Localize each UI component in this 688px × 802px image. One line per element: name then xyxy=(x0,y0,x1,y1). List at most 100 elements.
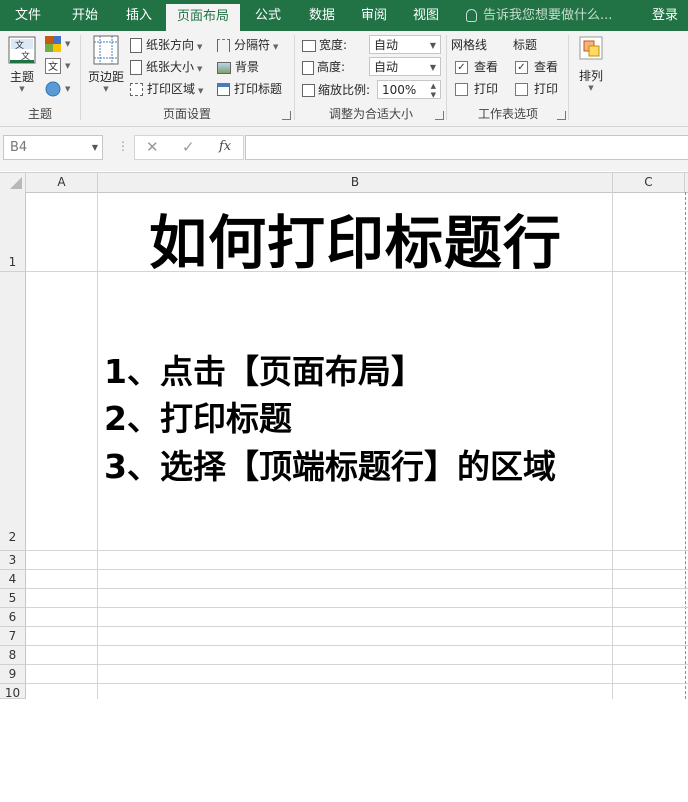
effects-icon xyxy=(45,81,61,97)
chevron-down-icon: ▼ xyxy=(197,43,203,51)
row-header-7[interactable]: 7 xyxy=(0,627,26,646)
sheet-options-launcher-icon[interactable] xyxy=(557,111,566,120)
tab-review[interactable]: 审阅 xyxy=(348,0,400,31)
headings-view-checkbox[interactable]: ✓ 查看 xyxy=(515,57,558,77)
arrange-label: 排列 xyxy=(578,69,603,83)
row-header-5[interactable]: 5 xyxy=(0,589,26,608)
column-header-c[interactable]: C xyxy=(613,173,685,192)
width-label: 宽度: xyxy=(302,35,347,55)
breaks-button[interactable]: 分隔符 ▼ xyxy=(217,35,278,55)
group-label-page-setup: 页面设置 xyxy=(162,107,211,121)
lightbulb-icon xyxy=(466,9,477,22)
background-button[interactable]: 背景 xyxy=(217,57,259,77)
checkbox-empty-icon xyxy=(455,83,468,96)
height-icon xyxy=(302,60,314,75)
tab-home[interactable]: 开始 xyxy=(58,0,112,31)
theme-fonts-button[interactable]: 文 ▼ xyxy=(45,58,73,76)
chevron-down-icon: ▼ xyxy=(588,84,594,92)
svg-text:文: 文 xyxy=(15,39,24,51)
group-separator xyxy=(446,35,447,120)
gridline xyxy=(26,664,688,665)
image-icon xyxy=(217,61,231,74)
formula-input[interactable] xyxy=(245,135,688,160)
gridline xyxy=(26,607,688,608)
headings-print-checkbox[interactable]: 打印 xyxy=(515,79,558,99)
tab-insert[interactable]: 插入 xyxy=(112,0,166,31)
ribbon: 文 文 主题 ▼ ▼ 文 ▼ ▼ 主题 页边距 ▼ 纸张方向▼ 纸张大小▼ xyxy=(0,31,688,127)
chevron-down-icon: ▼ xyxy=(65,85,71,93)
gridline xyxy=(26,588,688,589)
scale-launcher-icon[interactable] xyxy=(435,111,444,120)
group-separator xyxy=(568,35,569,120)
insert-function-icon[interactable]: fx xyxy=(219,139,231,154)
select-all-icon xyxy=(10,177,22,189)
row-header-10[interactable]: 10 xyxy=(0,684,26,700)
scale-icon xyxy=(302,84,315,97)
login-link[interactable]: 登录 xyxy=(652,0,678,31)
orientation-button[interactable]: 纸张方向 ▼ xyxy=(130,35,202,55)
headings-heading: 标题 xyxy=(513,38,538,52)
chevron-down-icon: ▼ xyxy=(103,85,109,93)
gridlines-print-checkbox[interactable]: 打印 xyxy=(455,79,498,99)
group-label-themes: 主题 xyxy=(27,107,52,121)
height-dropdown[interactable]: 自动 ▼ xyxy=(369,57,441,76)
chevron-down-icon: ▼ xyxy=(273,43,279,51)
row-header-3[interactable]: 3 xyxy=(0,551,26,570)
checkmark-icon: ✓ xyxy=(515,61,528,74)
page-setup-launcher-icon[interactable] xyxy=(282,111,291,120)
width-dropdown[interactable]: 自动 ▼ xyxy=(369,35,441,54)
chevron-down-icon: ▼ xyxy=(65,40,71,48)
tab-page-layout[interactable]: 页面布局 xyxy=(166,4,240,31)
color-palette-icon xyxy=(45,36,61,52)
themes-label: 主题 xyxy=(9,70,34,84)
group-label-sheet-options: 工作表选项 xyxy=(477,107,538,121)
cell-b2-step-1[interactable]: 1、点击【页面布局】 xyxy=(104,345,424,393)
margins-button[interactable]: 页边距 ▼ xyxy=(86,35,126,99)
splitter-dots-icon[interactable]: ⋮ xyxy=(117,139,129,153)
column-header-b[interactable]: B xyxy=(98,173,613,192)
checkbox-empty-icon xyxy=(515,83,528,96)
width-icon xyxy=(302,39,316,52)
row-header-4[interactable]: 4 xyxy=(0,570,26,589)
chevron-down-icon: ▼ xyxy=(198,87,204,95)
cell-b1-title[interactable]: 如何打印标题行 xyxy=(98,196,613,280)
gridline xyxy=(26,626,688,627)
print-area-button[interactable]: 打印区域 ▼ xyxy=(130,79,203,99)
chevron-down-icon: ▼ xyxy=(19,85,25,93)
tell-me-search[interactable]: 告诉我您想要做什么... xyxy=(466,0,612,31)
theme-effects-button[interactable]: ▼ xyxy=(45,81,73,99)
enter-check-icon[interactable]: ✓ xyxy=(182,138,195,156)
gridline xyxy=(26,645,688,646)
gridline xyxy=(26,569,688,570)
themes-button[interactable]: 文 文 主题 ▼ xyxy=(4,35,40,99)
arrange-button[interactable]: 排列 ▼ xyxy=(574,35,608,99)
cell-b2-step-2[interactable]: 2、打印标题 xyxy=(104,392,292,440)
print-titles-button[interactable]: 打印标题 xyxy=(217,79,282,99)
scale-label: 缩放比例: xyxy=(302,80,370,100)
row-header-6[interactable]: 6 xyxy=(0,608,26,627)
row-header-8[interactable]: 8 xyxy=(0,646,26,665)
cell-b2-step-3[interactable]: 3、选择【顶端标题行】的区域 xyxy=(104,440,556,488)
margins-label: 页边距 xyxy=(87,70,124,84)
chevron-down-icon: ▼ xyxy=(197,65,203,73)
tab-formulas[interactable]: 公式 xyxy=(242,0,294,31)
row-header-1[interactable]: 1 xyxy=(0,192,26,272)
select-all-corner[interactable] xyxy=(0,173,26,192)
scale-spinner[interactable]: 100% ▲ ▼ xyxy=(377,80,441,99)
gridlines-view-checkbox[interactable]: ✓ 查看 xyxy=(455,57,498,77)
chevron-down-icon: ▼ xyxy=(65,62,71,70)
arrange-icon xyxy=(579,36,603,60)
size-button[interactable]: 纸张大小 ▼ xyxy=(130,57,202,77)
column-header-a[interactable]: A xyxy=(26,173,98,192)
chevron-down-icon: ▼ xyxy=(429,63,436,72)
name-box[interactable]: B4 ▼ xyxy=(3,135,103,160)
tab-view[interactable]: 视图 xyxy=(400,0,452,31)
tab-data[interactable]: 数据 xyxy=(296,0,348,31)
column-headers: A B C xyxy=(0,172,688,193)
cancel-icon[interactable]: ✕ xyxy=(146,138,159,156)
row-header-2[interactable]: 2 xyxy=(0,272,26,551)
theme-colors-button[interactable]: ▼ xyxy=(45,36,73,54)
tab-file[interactable]: 文件 xyxy=(0,0,56,31)
margins-icon xyxy=(93,35,119,65)
row-header-9[interactable]: 9 xyxy=(0,665,26,684)
